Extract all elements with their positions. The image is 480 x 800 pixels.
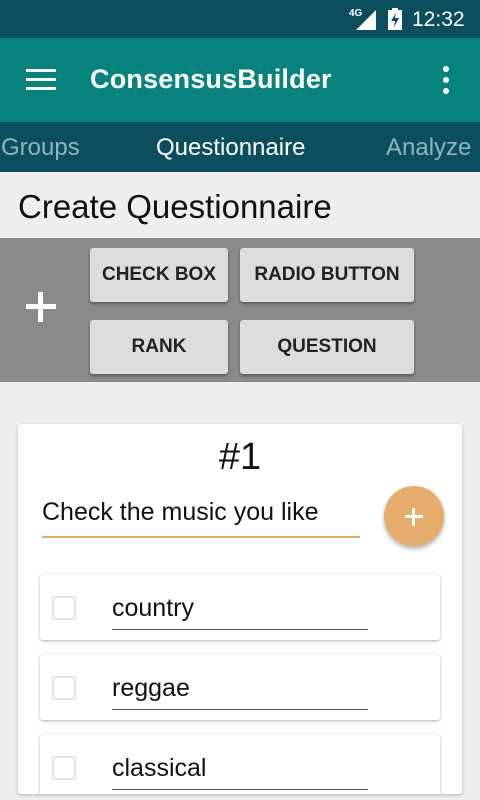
option-checkbox[interactable] (52, 756, 76, 780)
page-title: Create Questionnaire (18, 188, 332, 225)
add-plus-icon[interactable] (26, 292, 56, 322)
hamburger-menu-icon[interactable] (26, 68, 56, 92)
tab-questionnaire[interactable]: Questionnaire (156, 134, 305, 162)
question-type-toolbar: CHECK BOX RADIO BUTTON RANK QUESTION (0, 238, 480, 382)
signal-icon (356, 10, 376, 30)
question-button[interactable]: QUESTION (240, 320, 414, 374)
app-bar: ConsensusBuilder (0, 38, 480, 122)
option-row: reggae (40, 654, 440, 720)
question-text-field[interactable]: Check the music you like (42, 498, 360, 538)
status-bar: 4G 12:32 (0, 0, 480, 38)
option-text-field[interactable]: reggae (112, 674, 368, 710)
add-option-button[interactable] (384, 486, 444, 546)
rank-button[interactable]: RANK (90, 320, 228, 374)
clock: 12:32 (412, 8, 465, 31)
tab-bar: Groups Questionnaire Analyze (0, 122, 480, 172)
option-text-field[interactable]: classical (112, 754, 368, 790)
overflow-menu-icon[interactable] (436, 66, 456, 96)
option-row: country (40, 574, 440, 640)
battery-charging-icon (388, 8, 402, 30)
option-checkbox[interactable] (52, 676, 76, 700)
option-row: classical (40, 734, 440, 794)
app-title: ConsensusBuilder (90, 64, 332, 94)
question-card: #1 Check the music you like country regg… (18, 424, 462, 794)
option-checkbox[interactable] (52, 596, 76, 620)
tab-groups[interactable]: Groups (1, 134, 80, 162)
question-number: #1 (218, 436, 262, 478)
tab-analyze[interactable]: Analyze (386, 134, 471, 162)
option-text-field[interactable]: country (112, 594, 368, 630)
check-box-button[interactable]: CHECK BOX (90, 248, 228, 302)
radio-button-button[interactable]: RADIO BUTTON (240, 248, 414, 302)
